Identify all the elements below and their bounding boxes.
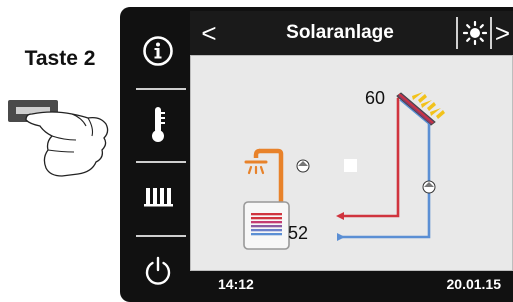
- taste-label: Taste 2: [24, 47, 96, 70]
- current-time: 14:12: [218, 276, 254, 292]
- collector-sensor-icon: [422, 180, 436, 194]
- header-divider: [456, 17, 458, 49]
- tank-temperature-value: 52: [288, 223, 309, 243]
- hand-pressing-button-illustration: [2, 88, 124, 180]
- storage-tank-icon: [243, 201, 290, 250]
- sun-icon: [463, 21, 487, 45]
- collector-temperature-value: 60: [365, 88, 386, 108]
- hand-icon: [25, 111, 109, 177]
- controller-display: < Solaranlage > 60 52 14:12 20.01.15: [120, 7, 513, 302]
- return-arrow-head: [337, 233, 345, 241]
- current-date: 20.01.15: [446, 276, 502, 292]
- status-indicator: [344, 159, 357, 172]
- radiator-icon: [143, 187, 173, 206]
- thermometer-icon: [151, 106, 165, 142]
- sidebar-separator: [136, 161, 186, 163]
- sidebar-separator: [136, 235, 186, 237]
- info-button[interactable]: [130, 19, 185, 82]
- info-icon: [142, 35, 173, 66]
- power-button[interactable]: [130, 239, 185, 302]
- next-page-button[interactable]: >: [492, 11, 513, 55]
- screen: Taste 2 < Solaranlage > 60 52 14:12 20.0…: [0, 0, 513, 302]
- header-bar: < Solaranlage >: [190, 11, 513, 55]
- page-title: Solaranlage: [286, 22, 394, 43]
- solar-mode-button[interactable]: [460, 11, 490, 55]
- sidebar-separator: [136, 88, 186, 90]
- solar-system-diagram: 60 52: [190, 55, 513, 271]
- previous-page-button[interactable]: <: [190, 11, 228, 55]
- power-icon: [145, 256, 170, 285]
- temperature-button[interactable]: [130, 93, 185, 156]
- tap-sensor-icon: [296, 159, 310, 173]
- supply-arrow-head: [336, 212, 344, 220]
- return-line: [339, 124, 431, 239]
- supply-line: [341, 98, 400, 218]
- heating-button[interactable]: [130, 165, 185, 228]
